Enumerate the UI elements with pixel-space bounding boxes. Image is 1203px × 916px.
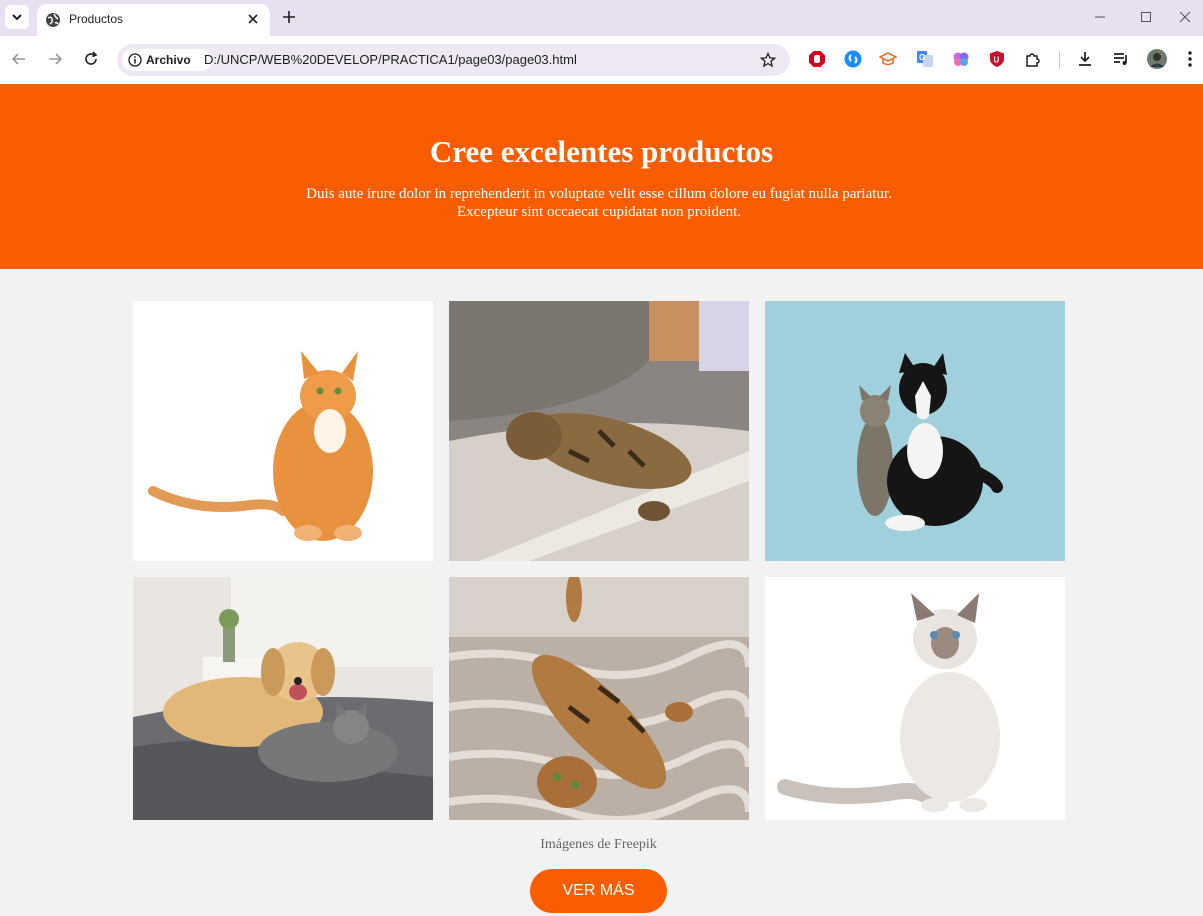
reload-button[interactable] xyxy=(80,48,102,70)
shazam-icon xyxy=(844,50,862,68)
forward-button[interactable] xyxy=(44,48,66,70)
extension-graduation[interactable] xyxy=(878,49,898,69)
chevron-down-icon xyxy=(12,14,22,21)
kebab-menu-icon xyxy=(1188,51,1192,67)
close-icon xyxy=(248,14,258,24)
gallery-image-orange-cat xyxy=(133,301,433,561)
gallery-image-cat-on-blanket xyxy=(449,577,749,820)
back-button[interactable] xyxy=(8,48,30,70)
minimize-icon xyxy=(1095,16,1105,18)
puzzle-icon xyxy=(1026,53,1040,67)
minimize-button[interactable] xyxy=(1089,6,1111,28)
tab-strip: Productos xyxy=(0,0,1203,36)
globe-icon xyxy=(46,13,60,27)
shield-icon: U xyxy=(990,51,1004,67)
plus-icon xyxy=(283,11,295,23)
image-credit: Imágenes de Freepik xyxy=(540,837,657,852)
new-tab-button[interactable] xyxy=(279,6,299,28)
extension-adblock[interactable] xyxy=(807,49,827,69)
extension-translate[interactable]: G xyxy=(915,49,935,69)
star-icon xyxy=(760,52,776,68)
media-controls-button[interactable] xyxy=(1111,49,1131,69)
profile-button[interactable] xyxy=(1147,49,1167,69)
avatar xyxy=(1147,49,1167,69)
brain-icon xyxy=(953,52,969,66)
stop-hand-icon xyxy=(809,51,825,67)
arrow-right-icon xyxy=(49,53,63,65)
arrow-left-icon xyxy=(11,53,25,65)
active-tab[interactable]: Productos xyxy=(37,4,270,36)
gallery-image-cat-on-sofa xyxy=(449,301,749,561)
tab-search-button[interactable] xyxy=(5,5,29,29)
ver-mas-button[interactable]: VER MÁS xyxy=(530,869,667,913)
hero-title: Cree excelentes productos xyxy=(429,134,774,169)
gallery-image-ragdoll-cat xyxy=(765,577,1065,820)
extensions-menu-button[interactable] xyxy=(1023,49,1043,69)
close-tab-button[interactable] xyxy=(244,10,262,28)
url-text[interactable]: D:/UNCP/WEB%20DEVELOP/PRACTICA1/page03/p… xyxy=(204,52,577,67)
browser-toolbar: Archivo D:/UNCP/WEB%20DEVELOP/PRACTICA1/… xyxy=(0,36,1203,84)
translate-icon: G xyxy=(917,51,933,67)
gallery-image-dog-and-cat-bed xyxy=(133,577,433,820)
gallery-image-cat-and-dog xyxy=(765,301,1065,561)
bookmark-button[interactable] xyxy=(757,49,779,71)
site-chip-label: Archivo xyxy=(146,53,191,67)
address-bar[interactable]: Archivo D:/UNCP/WEB%20DEVELOP/PRACTICA1/… xyxy=(117,44,790,76)
site-info-chip[interactable]: Archivo xyxy=(122,49,212,71)
close-window-icon xyxy=(1179,11,1191,23)
maximize-button[interactable] xyxy=(1135,6,1157,28)
toolbar-divider xyxy=(1059,51,1060,69)
svg-text:U: U xyxy=(994,56,1000,65)
extension-shield[interactable]: U xyxy=(987,49,1007,69)
close-window-button[interactable] xyxy=(1174,6,1196,28)
hero-text: Duis aute irure dolor in reprehenderit i… xyxy=(306,186,892,220)
reload-icon xyxy=(85,51,98,65)
download-icon xyxy=(1079,52,1091,66)
downloads-button[interactable] xyxy=(1075,49,1095,69)
playlist-icon xyxy=(1114,53,1127,65)
extension-shazam[interactable] xyxy=(843,49,863,69)
hero-banner: Cree excelentes productos Duis aute irur… xyxy=(0,84,1203,269)
maximize-icon xyxy=(1141,12,1151,22)
info-icon xyxy=(128,53,142,67)
browser-menu-button[interactable] xyxy=(1180,49,1200,69)
extension-brain[interactable] xyxy=(951,49,971,69)
tab-title: Productos xyxy=(69,12,124,26)
graduation-cap-icon xyxy=(879,52,897,66)
svg-text:G: G xyxy=(919,53,925,62)
